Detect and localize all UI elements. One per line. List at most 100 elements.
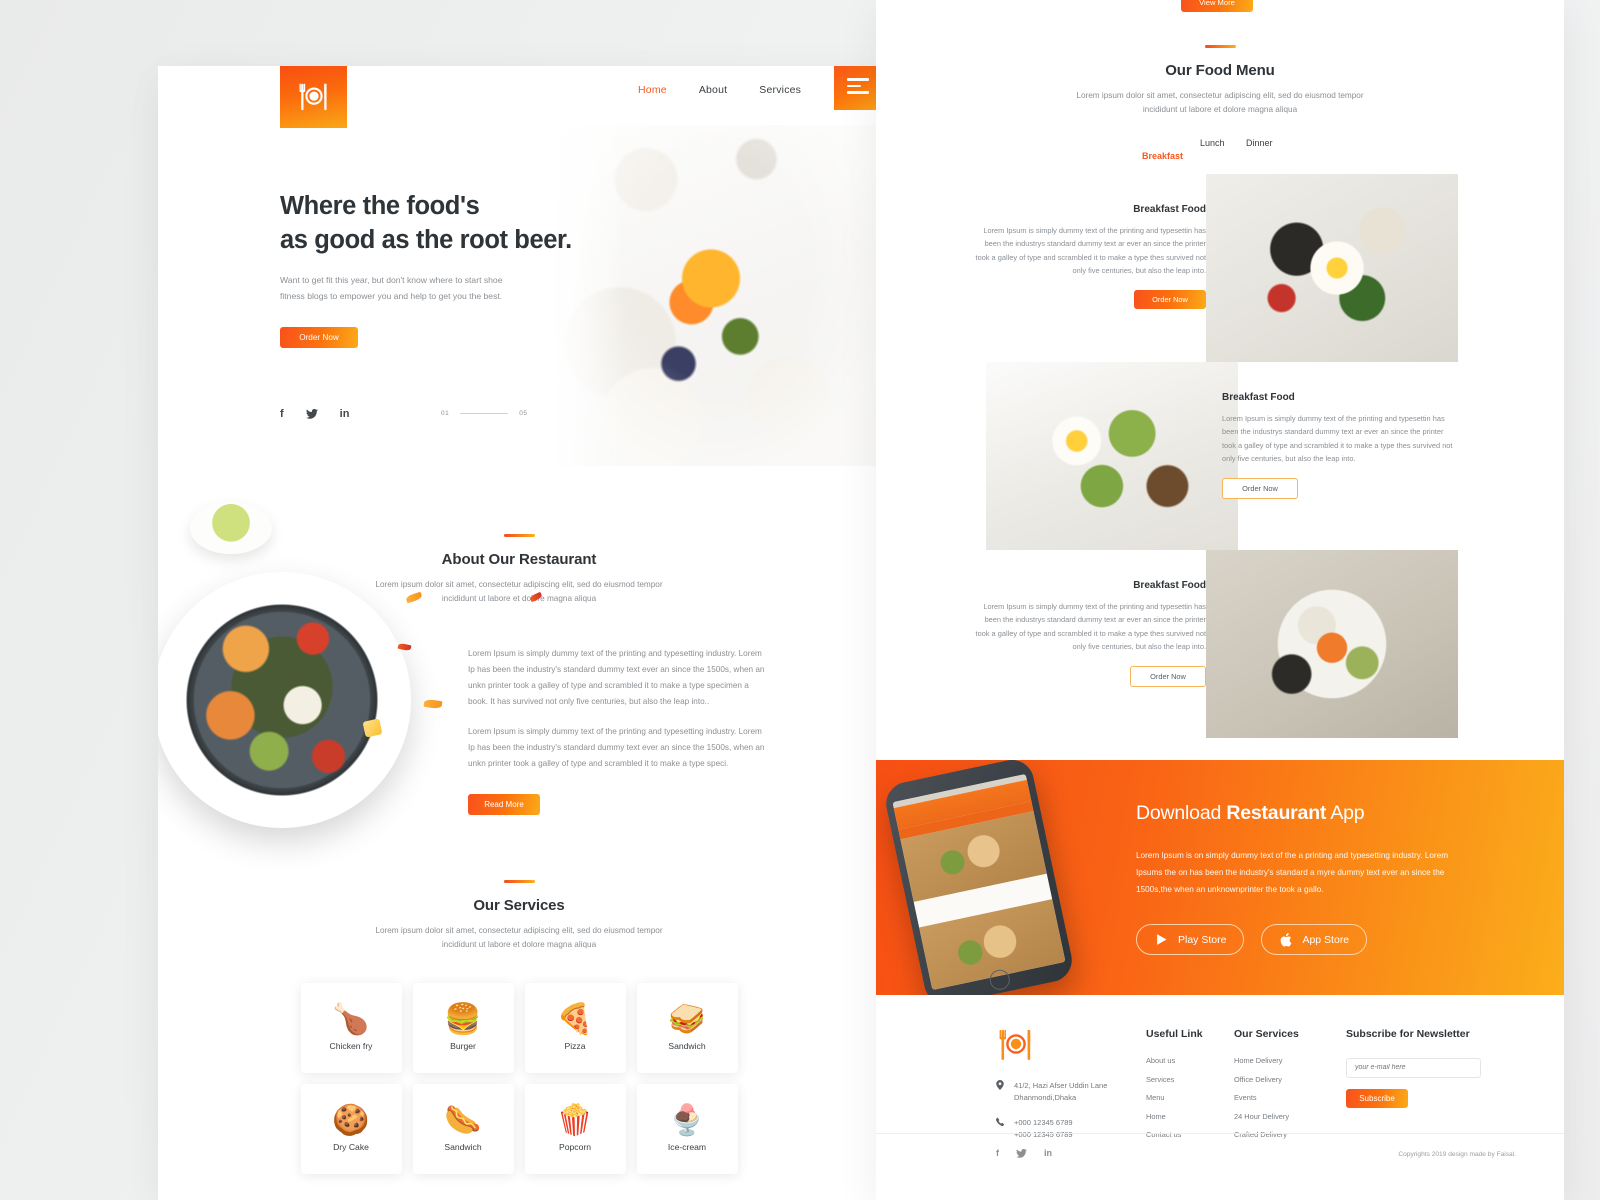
service-card[interactable]: 🌭 Sandwich [412,1084,514,1175]
newsletter-email-input[interactable] [1346,1057,1481,1078]
footer-service-crafted-delivery[interactable]: Crafted Delivery [1234,1130,1346,1139]
services-subtitle: Lorem ipsum dolor sit amet, consectetur … [375,926,663,949]
menu-item-row: Breakfast Food Lorem Ipsum is simply dum… [876,550,1564,739]
footer-useful-links-title: Useful Link [1146,1028,1203,1040]
apple-icon [1281,932,1292,947]
hero-title-line1: Where the food's [280,192,480,220]
footer-service-home-delivery[interactable]: Home Delivery [1234,1056,1346,1065]
footer-link-services[interactable]: Services [1146,1075,1234,1084]
service-label: Chicken fry [329,1041,373,1052]
tab-dinner[interactable]: Dinner [1246,138,1273,148]
footer-service-office-delivery[interactable]: Office Delivery [1234,1075,1346,1084]
phone-screen [892,773,1066,991]
app-store-label: App Store [1302,933,1350,946]
fork-plate-knife-icon [999,1030,1031,1060]
order-now-button[interactable]: Order Now [1222,478,1298,500]
footer-divider [876,1133,1564,1134]
service-card[interactable]: 🍕 Pizza [524,983,626,1074]
footer-address: 41/2, Hazi Afser Uddin Lane Dhanmondi,Dh… [996,1080,1146,1105]
app-title-bold: Restaurant [1226,802,1327,824]
service-label: Dry Cake [333,1142,369,1153]
footer-brand: 41/2, Hazi Afser Uddin Lane Dhanmondi,Dh… [996,1028,1146,1154]
menu-item-text: Lorem Ipsum is simply dummy text of the … [975,226,1206,276]
nav-item-about[interactable]: About [699,84,727,96]
footer-phone-text: +000 12345 6789 +000 12345 6789 [1014,1117,1073,1142]
about-title: About Our Restaurant [441,551,597,568]
footer-link-menu[interactable]: Menu [1146,1093,1234,1102]
tab-breakfast[interactable]: Breakfast [1142,151,1183,161]
service-label: Burger [450,1041,476,1052]
linkedin-icon[interactable]: in [1044,1149,1052,1160]
sandwich-icon: 🥪 [668,1003,706,1037]
menu-item-title: Breakfast Food [1222,392,1295,404]
app-title-post: App [1326,802,1365,824]
hero-slider-indicator: 01 05 [441,410,527,417]
page-canvas: Home About Services Menu Contact Where t… [0,0,1600,1200]
phone-icon [996,1117,1005,1142]
menu-heading: Our Food Menu Lorem ipsum dolor sit amet… [876,45,1564,116]
services-grid: 🍗 Chicken fry 🍔 Burger 🍕 Pizza 🥪 Sandwic… [158,983,880,1175]
order-now-button[interactable]: Order Now [1130,666,1206,688]
popcorn-icon: 🍿 [556,1104,594,1138]
play-store-icon [1157,934,1167,946]
section-rule [1204,45,1236,48]
hero-title: Where the food's as good as the root bee… [280,190,610,257]
copyright-text: Copyrights 2019 design made by Faisal. [1398,1151,1516,1158]
footer-newsletter: Subscribe for Newsletter Subscribe [1346,1028,1491,1154]
slider-track[interactable] [460,413,509,414]
footer-link-about-us[interactable]: About us [1146,1056,1234,1065]
footer-link-home[interactable]: Home [1146,1112,1234,1121]
subscribe-button[interactable]: Subscribe [1346,1088,1408,1108]
order-now-button[interactable]: Order Now [280,327,358,349]
decorative-petal [423,698,443,710]
footer-social-links: f in [996,1149,1052,1160]
app-store-buttons: Play Store App Store [1136,924,1472,956]
menu-item-body: Breakfast Food Lorem Ipsum is simply dum… [974,204,1206,310]
app-store-button[interactable]: App Store [1261,924,1368,956]
service-card[interactable]: 🍪 Dry Cake [300,1084,402,1175]
menu-item-text: Lorem Ipsum is simply dummy text of the … [1222,414,1453,464]
order-now-button[interactable]: Order Now [1134,290,1206,310]
footer-link-contact-us[interactable]: Contact us [1146,1130,1234,1139]
twitter-icon[interactable] [1016,1148,1027,1160]
logo[interactable] [280,66,347,128]
address-line-1: 41/2, Hazi Afser Uddin Lane [1014,1081,1108,1090]
service-card[interactable]: 🍿 Popcorn [524,1084,626,1175]
linkedin-icon[interactable]: in [340,409,350,422]
site-footer: 41/2, Hazi Afser Uddin Lane Dhanmondi,Dh… [876,995,1564,1200]
tab-lunch[interactable]: Lunch [1200,138,1225,148]
salmon-plate-photo [1206,550,1458,739]
facebook-icon[interactable]: f [280,409,284,422]
cake-icon: 🍪 [332,1104,370,1138]
footer-columns: 41/2, Hazi Afser Uddin Lane Dhanmondi,Dh… [996,1028,1516,1154]
service-card[interactable]: 🍨 Ice-cream [636,1084,738,1175]
nav-item-home[interactable]: Home [638,84,667,96]
menu-item-row: Breakfast Food Lorem Ipsum is simply dum… [876,174,1564,363]
service-card[interactable]: 🍗 Chicken fry [300,983,402,1074]
service-label: Ice-cream [667,1142,707,1153]
view-more-top-button[interactable]: View More [1181,0,1253,12]
service-label: Popcorn [558,1142,591,1153]
twitter-icon[interactable] [305,408,318,422]
play-store-button[interactable]: Play Store [1136,924,1245,956]
service-card[interactable]: 🍔 Burger [412,983,514,1074]
address-line-2: Dhanmondi,Dhaka [1014,1093,1077,1103]
hero-title-line2: as good as the root beer. [280,225,572,254]
nav-item-services[interactable]: Services [759,84,801,96]
footer-bottom-bar: f in Copyrights 2019 design made by Fais… [996,1149,1516,1160]
footer-service-24-hour-delivery[interactable]: 24 Hour Delivery [1234,1112,1346,1121]
app-copy: Download Restaurant App Lorem Ipsum is o… [1136,802,1472,956]
read-more-button[interactable]: Read More [468,793,540,815]
app-title-pre: Download [1136,802,1227,824]
footer-address-text: 41/2, Hazi Afser Uddin Lane Dhanmondi,Dh… [1014,1080,1107,1105]
footer-phone: +000 12345 6789 +000 12345 6789 [996,1117,1146,1142]
facebook-icon[interactable]: f [996,1149,999,1160]
service-card[interactable]: 🥪 Sandwich [636,983,738,1074]
hamburger-menu-button[interactable] [834,66,880,110]
slider-current-index: 01 [441,410,450,417]
footer-service-events[interactable]: Events [1234,1093,1346,1102]
service-label: Sandwich [668,1041,706,1052]
right-page-column: View More Our Food Menu Lorem ipsum dolo… [876,0,1564,1200]
hero-paragraph: Want to get fit this year, but don't kno… [280,275,503,302]
menu-item-text: Lorem Ipsum is simply dummy text of the … [975,602,1206,652]
